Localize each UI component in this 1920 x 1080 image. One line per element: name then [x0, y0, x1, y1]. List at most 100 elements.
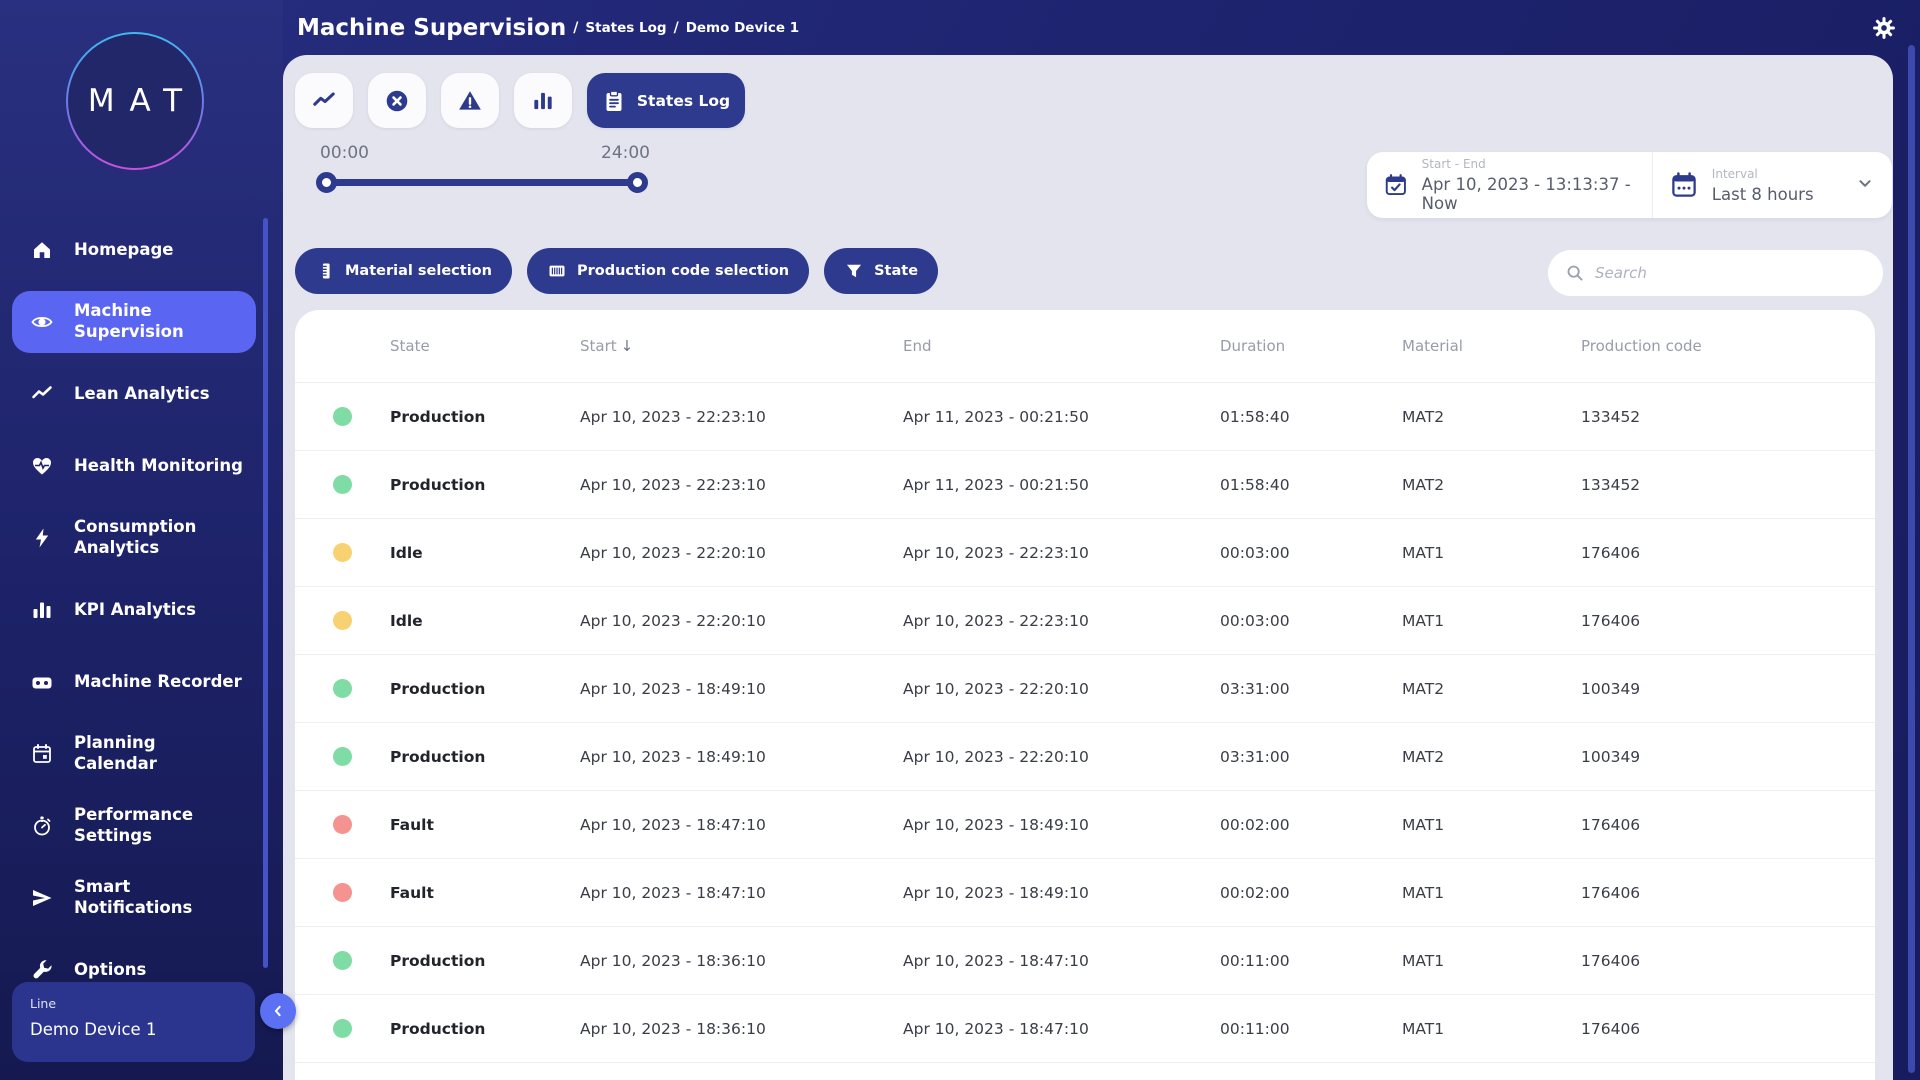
sort-arrow-icon: ↓	[621, 337, 634, 355]
tab-trend[interactable]	[295, 73, 353, 128]
table-row[interactable]: Production Apr 10, 2023 - 18:49:10 Apr 1…	[295, 655, 1875, 723]
bar-chart-tab-icon	[530, 88, 556, 114]
state-cell: Fault	[390, 884, 580, 902]
material-icon	[315, 261, 335, 281]
sidebar-item-label: KPI Analytics	[74, 600, 196, 621]
device-selector-card[interactable]: Line Demo Device 1	[12, 982, 255, 1062]
sidebar-item-label: Consumption Analytics	[74, 517, 196, 558]
table-row[interactable]: Production Apr 10, 2023 - 22:23:10 Apr 1…	[295, 451, 1875, 519]
table-row[interactable]: Production Apr 10, 2023 - 18:36:10 Apr 1…	[295, 927, 1875, 995]
column-header-production-code[interactable]: Production code	[1581, 337, 1875, 355]
table-row[interactable]: Production Apr 10, 2023 - 18:36:10 Apr 1…	[295, 995, 1875, 1063]
column-header-duration[interactable]: Duration	[1220, 337, 1402, 355]
start-cell: Apr 10, 2023 - 22:20:10	[580, 612, 903, 630]
tab-warnings[interactable]	[441, 73, 499, 128]
sidebar-item-kpi-analytics[interactable]: KPI Analytics	[0, 574, 283, 646]
interval-value: Last 8 hours	[1712, 185, 1814, 204]
start-end-value: Apr 10, 2023 - 13:13:37 - Now	[1422, 175, 1636, 213]
trend-tab-icon	[311, 88, 337, 114]
state-dot	[333, 951, 352, 970]
material-cell: MAT1	[1402, 1020, 1581, 1038]
end-cell: Apr 10, 2023 - 18:47:10	[903, 952, 1220, 970]
start-cell: Apr 10, 2023 - 18:36:10	[580, 952, 903, 970]
duration-cell: 01:58:40	[1220, 408, 1402, 426]
tab-states-log[interactable]: States Log	[587, 73, 745, 128]
end-cell: Apr 10, 2023 - 18:49:10	[903, 884, 1220, 902]
state-cell: Production	[390, 748, 580, 766]
device-type-label: Line	[30, 996, 237, 1011]
tab-statistics[interactable]	[514, 73, 572, 128]
column-header-state[interactable]: State	[390, 337, 580, 355]
production-code-selection-label: Production code selection	[577, 263, 789, 279]
column-header-material[interactable]: Material	[1402, 337, 1581, 355]
sidebar-collapse-button[interactable]	[260, 993, 296, 1029]
material-selection-label: Material selection	[345, 263, 492, 279]
column-header-start[interactable]: Start↓	[580, 337, 903, 355]
production-code-cell: 176406	[1581, 1020, 1875, 1038]
end-cell: Apr 10, 2023 - 22:23:10	[903, 544, 1220, 562]
material-selection-button[interactable]: Material selection	[295, 248, 512, 294]
calendar-check-icon	[1383, 170, 1409, 200]
production-code-cell: 100349	[1581, 748, 1875, 766]
breadcrumb-separator: /	[573, 20, 578, 36]
device-name: Demo Device 1	[30, 1020, 237, 1039]
state-cell: Idle	[390, 612, 580, 630]
state-filter-button[interactable]: State	[824, 248, 938, 294]
table-row[interactable]: Production Apr 10, 2023 - 18:49:10 Apr 1…	[295, 723, 1875, 791]
duration-cell: 00:03:00	[1220, 612, 1402, 630]
production-code-cell: 176406	[1581, 884, 1875, 902]
slider-handle-start[interactable]	[316, 172, 337, 193]
search-icon	[1564, 262, 1586, 284]
end-cell: Apr 10, 2023 - 22:23:10	[903, 612, 1220, 630]
sidebar-item-health-monitoring[interactable]: Health Monitoring	[0, 430, 283, 502]
breadcrumb-states-log[interactable]: States Log	[585, 20, 666, 36]
sidebar-item-homepage[interactable]: Homepage	[0, 214, 283, 286]
page-scrollbar[interactable]	[1908, 45, 1915, 1073]
table-row[interactable]: Fault Apr 10, 2023 - 18:47:10 Apr 10, 20…	[295, 791, 1875, 859]
start-end-picker[interactable]: Start - End Apr 10, 2023 - 13:13:37 - No…	[1367, 152, 1652, 218]
production-code-cell: 176406	[1581, 816, 1875, 834]
table-row[interactable]: Production Apr 10, 2023 - 22:23:10 Apr 1…	[295, 383, 1875, 451]
material-cell: MAT1	[1402, 884, 1581, 902]
state-cell: Production	[390, 680, 580, 698]
sidebar-item-performance-settings[interactable]: Performance Settings	[0, 790, 283, 862]
sidebar-item-machine-recorder[interactable]: Machine Recorder	[0, 646, 283, 718]
production-code-cell: 176406	[1581, 952, 1875, 970]
production-code-selection-button[interactable]: Production code selection	[527, 248, 809, 294]
interval-select[interactable]: Interval Last 8 hours	[1652, 152, 1892, 218]
table-row[interactable]: Idle Apr 10, 2023 - 22:20:10 Apr 10, 202…	[295, 519, 1875, 587]
trend-icon	[30, 382, 54, 406]
bolt-icon	[30, 526, 54, 550]
column-header-end[interactable]: End	[903, 337, 1220, 355]
duration-cell: 00:11:00	[1220, 952, 1402, 970]
state-cell: Production	[390, 952, 580, 970]
slider-handle-end[interactable]	[627, 172, 648, 193]
state-cell: Fault	[390, 816, 580, 834]
sidebar-scrollbar[interactable]	[263, 218, 268, 968]
sidebar-item-label: Machine Supervision	[74, 301, 196, 342]
sidebar-item-machine-supervision[interactable]: Machine Supervision	[12, 291, 256, 353]
tab-states-log-label: States Log	[637, 92, 730, 110]
end-cell: Apr 10, 2023 - 22:20:10	[903, 748, 1220, 766]
funnel-icon	[844, 261, 864, 281]
slider-track[interactable]	[324, 179, 640, 186]
sidebar-item-label: Options	[74, 960, 146, 981]
tab-errors[interactable]	[368, 73, 426, 128]
sidebar-item-label: Performance Settings	[74, 805, 196, 846]
start-cell: Apr 10, 2023 - 18:49:10	[580, 680, 903, 698]
settings-gear-icon[interactable]	[1871, 15, 1897, 41]
breadcrumb-device[interactable]: Demo Device 1	[686, 20, 799, 36]
view-tabs: States Log	[295, 73, 745, 128]
sidebar-item-planning-calendar[interactable]: Planning Calendar	[0, 718, 283, 790]
states-log-table: State Start↓ End Duration Material Produ…	[295, 310, 1875, 1080]
search-input[interactable]	[1595, 264, 1867, 282]
table-row[interactable]: Idle Apr 10, 2023 - 22:20:10 Apr 10, 202…	[295, 587, 1875, 655]
sidebar-item-smart-notifications[interactable]: Smart Notifications	[0, 862, 283, 934]
sidebar-item-lean-analytics[interactable]: Lean Analytics	[0, 358, 283, 430]
state-dot	[333, 747, 352, 766]
stopwatch-icon	[30, 814, 54, 838]
home-icon	[30, 238, 54, 262]
recorder-icon	[30, 670, 54, 694]
sidebar-item-consumption-analytics[interactable]: Consumption Analytics	[0, 502, 283, 574]
table-row[interactable]: Fault Apr 10, 2023 - 18:47:10 Apr 10, 20…	[295, 859, 1875, 927]
